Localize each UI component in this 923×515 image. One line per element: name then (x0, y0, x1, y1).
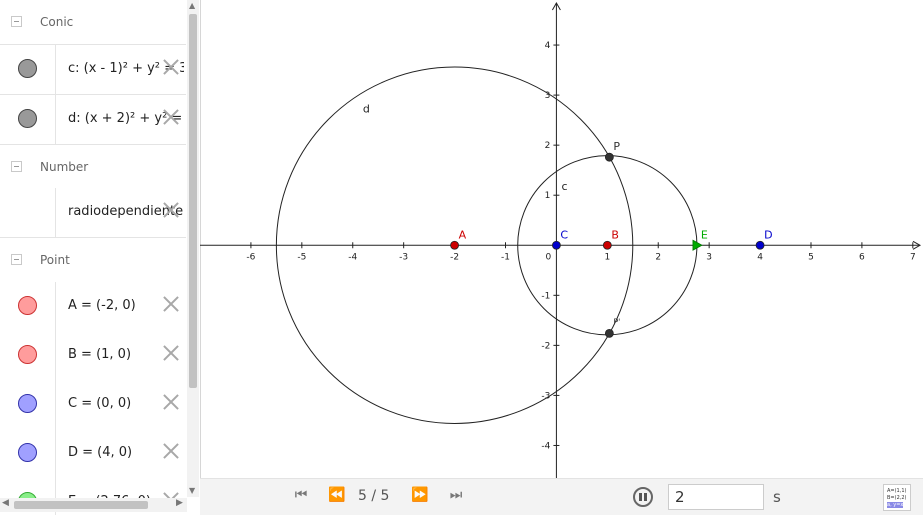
last-step-icon[interactable]: ⏭ (445, 487, 467, 507)
x-tick-label: 0 (546, 252, 552, 262)
conic-label: c (562, 180, 568, 193)
marble-cell (0, 95, 56, 144)
group-header-point[interactable]: Point (0, 238, 186, 283)
y-tick-label: 1 (545, 191, 551, 201)
point-E[interactable] (692, 239, 703, 251)
marble-cell (0, 429, 56, 478)
graphics-canvas[interactable]: -6 -5 -4 -3 -2 -1 0 1 2 3 4 5 6 7-4-3-2-11234cdA BC DEP… (200, 0, 923, 478)
algebra-row-number-radiodependiente[interactable]: radiodependiente = 1.76 (0, 188, 186, 238)
visibility-toggle-icon[interactable] (18, 296, 37, 315)
algebra-row-conic-c[interactable]: c: (x - 1)² + y² = 3 (0, 45, 186, 95)
point-C[interactable] (552, 240, 561, 250)
delete-icon[interactable] (163, 59, 179, 75)
marble-cell (0, 282, 56, 331)
delete-icon[interactable] (163, 202, 179, 218)
y-tick-label: 3 (545, 91, 551, 101)
animation-speed-input[interactable] (668, 484, 764, 510)
vertical-scrollbar[interactable]: ▲ ▼ (187, 0, 199, 497)
visibility-toggle-icon[interactable] (18, 59, 37, 78)
y-tick-label: -4 (541, 441, 550, 451)
delete-icon[interactable] (163, 296, 179, 312)
point-label: C (560, 228, 568, 241)
x-tick-label: 6 (859, 252, 865, 262)
point-Pprime[interactable] (604, 328, 614, 338)
x-tick-label: 5 (808, 252, 814, 262)
visibility-toggle-icon[interactable] (18, 443, 37, 462)
delete-icon[interactable] (163, 345, 179, 361)
group-title: Conic (40, 15, 74, 29)
keyboard-icon-line: a, y=x (887, 502, 904, 508)
y-tick-label: 4 (545, 41, 551, 51)
scrollbar-thumb[interactable] (14, 501, 148, 509)
group-header-conic[interactable]: Conic (0, 0, 186, 45)
pause-icon[interactable] (633, 487, 653, 507)
conic-label: d (363, 103, 370, 116)
y-tick-label: -1 (541, 291, 550, 301)
keyboard-icon-line: B=(2,2) (887, 495, 907, 501)
scroll-right-icon[interactable]: ▶ (176, 498, 183, 508)
scroll-left-icon[interactable]: ◀ (2, 498, 9, 508)
delete-icon[interactable] (163, 443, 179, 459)
marble-cell (0, 45, 56, 94)
point-label: A (459, 228, 467, 241)
algebra-row-point-b[interactable]: B = (1, 0) (0, 331, 186, 381)
speed-unit: s (773, 488, 781, 506)
point-B[interactable] (602, 240, 612, 250)
x-tick-label: 3 (706, 252, 712, 262)
marble-cell (0, 188, 56, 237)
animation-toolbar: ⏮ ⏪ 5 / 5 ⏩ ⏭ s A=(1,1) B=(2,2) a, y=x (200, 478, 923, 515)
x-tick-label: 7 (910, 252, 916, 262)
x-tick-label: 1 (604, 252, 610, 262)
algebra-row-point-a[interactable]: A = (-2, 0) (0, 282, 186, 332)
group-title: Number (40, 160, 89, 174)
group-title: Point (40, 253, 70, 267)
next-step-icon[interactable]: ⏩ (409, 487, 431, 507)
delete-icon[interactable] (163, 394, 179, 410)
step-counter: 5 / 5 (358, 488, 390, 504)
algebra-row-point-c[interactable]: C = (0, 0) (0, 380, 186, 430)
x-tick-label: -6 (246, 252, 255, 262)
algebra-row-point-d[interactable]: D = (4, 0) (0, 429, 186, 479)
algebra-row-conic-d[interactable]: d: (x + 2)² + y² = 12.25 (0, 95, 186, 145)
point-A[interactable] (450, 240, 459, 250)
delete-icon[interactable] (163, 109, 179, 125)
y-tick-label: 2 (545, 141, 551, 151)
point-label: B (611, 228, 619, 241)
visibility-toggle-icon[interactable] (18, 109, 37, 128)
x-tick-label: 4 (757, 252, 763, 262)
graphics-view[interactable]: -6 -5 -4 -3 -2 -1 0 1 2 3 4 5 6 7 -4 -3 -2 -1 1 2 3 4 c d A B C D E P… (200, 0, 923, 478)
visibility-toggle-icon[interactable] (18, 345, 37, 364)
marble-cell (0, 331, 56, 380)
point-label: E (701, 228, 708, 241)
x-tick-label: 2 (655, 252, 661, 262)
collapse-icon[interactable] (11, 161, 22, 172)
keyboard-icon-line: A=(1,1) (887, 488, 907, 494)
scroll-down-icon[interactable]: ▼ (189, 486, 195, 495)
point-label: P' (613, 317, 620, 326)
x-tick-label: -4 (348, 252, 357, 262)
first-step-icon[interactable]: ⏮ (290, 487, 312, 507)
x-tick-label: -5 (297, 252, 306, 262)
point-label: D (764, 228, 772, 241)
scrollbar-thumb[interactable] (189, 14, 197, 388)
x-tick-label: -3 (399, 252, 408, 262)
marble-cell (0, 380, 56, 429)
scroll-up-icon[interactable]: ▲ (189, 1, 195, 10)
algebra-view: Conic c: (x - 1)² + y² = 3 d: (x + 2)² +… (0, 0, 201, 515)
x-tick-label: -2 (450, 252, 459, 262)
visibility-toggle-icon[interactable] (18, 394, 37, 413)
x-tick-label: -1 (501, 252, 510, 262)
y-tick-label: -2 (541, 341, 550, 351)
point-label: P (613, 140, 620, 153)
group-header-number[interactable]: Number (0, 145, 186, 190)
collapse-icon[interactable] (11, 254, 22, 265)
point-D[interactable] (755, 240, 765, 250)
collapse-icon[interactable] (11, 16, 22, 27)
point-P[interactable] (604, 152, 614, 162)
keyboard-icon[interactable]: A=(1,1) B=(2,2) a, y=x (883, 484, 911, 511)
previous-step-icon[interactable]: ⏪ (326, 487, 348, 507)
horizontal-scrollbar[interactable]: ◀ ▶ (0, 498, 187, 512)
